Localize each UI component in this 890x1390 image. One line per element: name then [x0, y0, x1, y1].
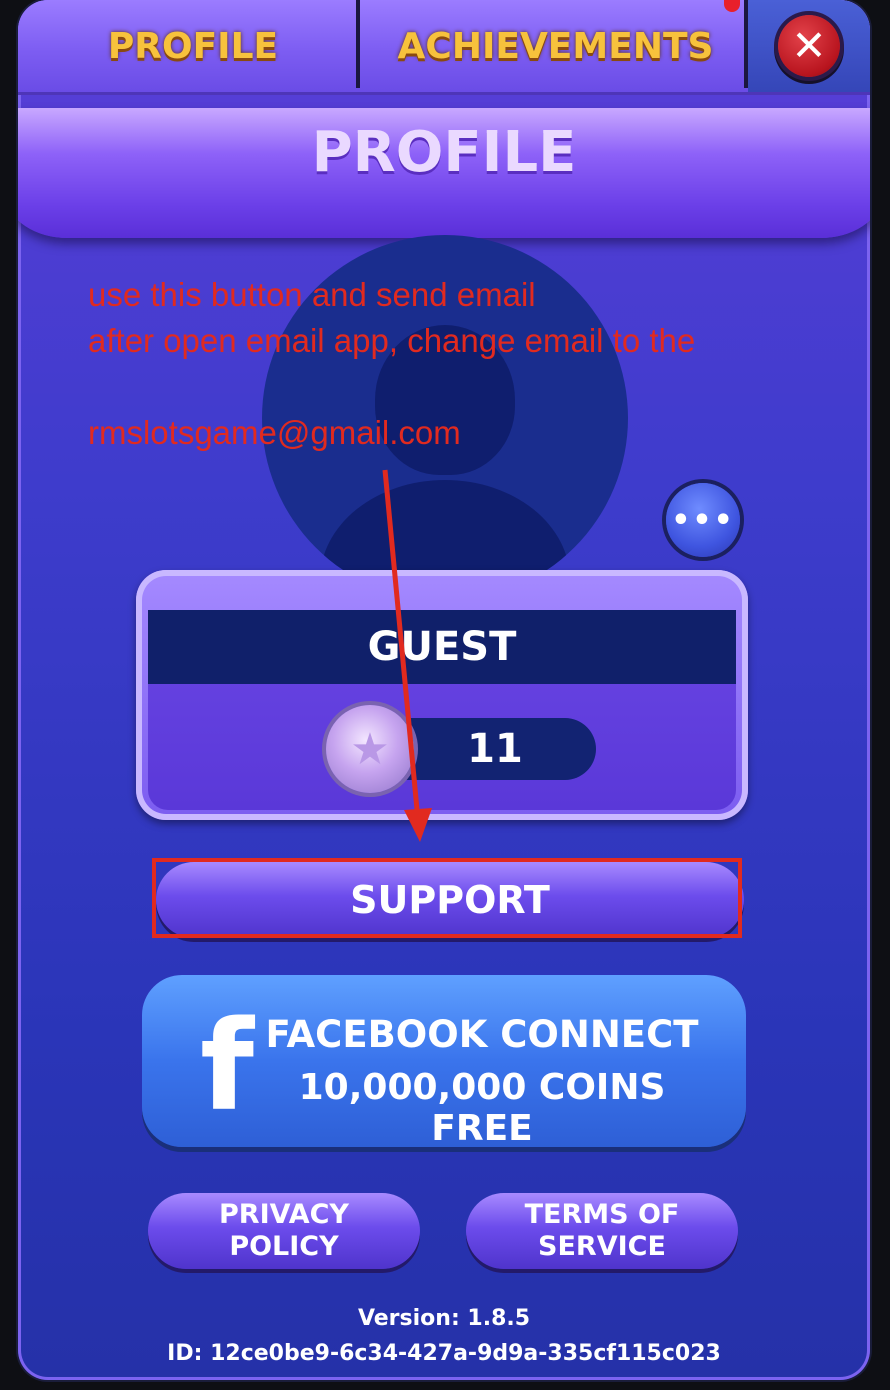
player-id-text: ID: 12ce0be9-6c34-427a-9d9a-335cf115c023: [167, 1341, 721, 1366]
page-title: PROFILE: [311, 120, 577, 185]
support-highlight-box: [152, 858, 742, 938]
profile-dialog: PROFILE ACHIEVEMENTS ✕ PROFILE ••• GUEST…: [18, 0, 870, 1380]
privacy-label-line2: POLICY: [229, 1231, 339, 1262]
facebook-reward-label: 10,000,000 COINS FREE: [298, 1067, 666, 1147]
close-icon: ✕: [778, 15, 840, 77]
terms-label-line2: SERVICE: [538, 1231, 666, 1262]
terms-label-line1: TERMS OF: [524, 1199, 680, 1230]
more-dots-icon: •••: [671, 502, 735, 538]
facebook-logo-icon: f: [200, 995, 254, 1139]
facebook-connect-label: FACEBOOK CONNECT: [265, 1013, 699, 1056]
more-options-button[interactable]: •••: [666, 483, 740, 557]
facebook-connect-button[interactable]: f FACEBOOK CONNECT 10,000,000 COINS FREE: [142, 975, 746, 1147]
privacy-policy-button[interactable]: PRIVACY POLICY: [148, 1193, 420, 1269]
player-name: GUEST: [148, 610, 736, 684]
tab-profile[interactable]: PROFILE: [28, 0, 358, 92]
tab-divider: [356, 0, 360, 88]
tab-achievements[interactable]: ACHIEVEMENTS: [363, 0, 748, 92]
terms-of-service-button[interactable]: TERMS OF SERVICE: [466, 1193, 738, 1269]
star-badge-icon: ★: [326, 705, 414, 793]
tab-bar: PROFILE ACHIEVEMENTS ✕: [18, 0, 870, 95]
player-card: GUEST 11 ★: [136, 570, 748, 820]
annotation-email: rmslotsgame@gmail.com: [88, 414, 461, 451]
annotation-line-1: use this button and send email: [88, 276, 536, 313]
annotation-line-2: after open email app, change email to th…: [88, 322, 696, 359]
privacy-label-line1: PRIVACY: [219, 1199, 349, 1230]
close-button[interactable]: ✕: [748, 0, 870, 92]
version-text: Version: 1.8.5: [357, 1306, 531, 1331]
